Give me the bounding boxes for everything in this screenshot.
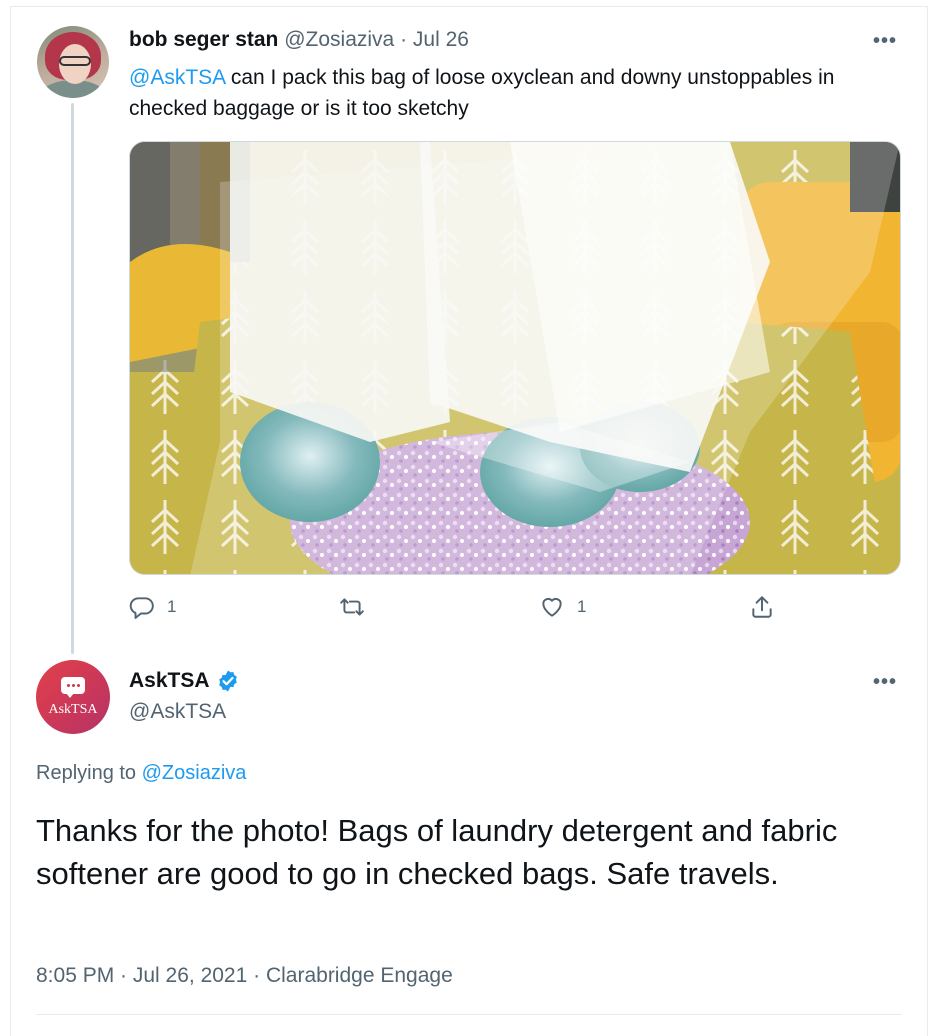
- reply-author-name[interactable]: AskTSA: [129, 669, 210, 693]
- author-handle[interactable]: @Zosiaziva: [284, 28, 394, 51]
- retweet-icon: [340, 598, 364, 616]
- tweet-actions: 1 1: [129, 594, 789, 626]
- tweet-body: can I pack this bag of loose oxyclean an…: [129, 66, 835, 120]
- mention-link[interactable]: @AskTSA: [129, 66, 225, 89]
- author-name[interactable]: bob seger stan: [129, 28, 278, 51]
- reply-author-row: AskTSA: [129, 669, 240, 693]
- share-icon: [752, 596, 772, 618]
- heart-icon: [542, 597, 562, 617]
- reply-text: Thanks for the photo! Bags of laundry de…: [36, 813, 838, 891]
- tweet-date[interactable]: Jul 26: [413, 28, 469, 51]
- separator-dot: ·: [400, 28, 408, 51]
- asktsa-avatar[interactable]: AskTSA: [36, 660, 110, 734]
- avatar-logo-text: AskTSA: [48, 702, 98, 717]
- like-count: 1: [577, 597, 587, 616]
- divider: [36, 1014, 902, 1015]
- like-button[interactable]: 1: [539, 594, 586, 620]
- thread-connector-line: [71, 103, 74, 654]
- reply-icon: [129, 597, 154, 619]
- replying-handle-link[interactable]: @Zosiaziva: [142, 762, 247, 784]
- tweet-text: @AskTSA can I pack this bag of loose oxy…: [129, 62, 909, 124]
- reply-button[interactable]: 1: [129, 594, 176, 620]
- share-button[interactable]: [749, 594, 775, 620]
- replying-label: Replying to: [36, 762, 142, 784]
- more-options-icon[interactable]: •••: [873, 30, 897, 53]
- reply-author-handle[interactable]: @AskTSA: [129, 700, 226, 724]
- more-options-icon[interactable]: •••: [873, 671, 897, 694]
- verified-badge-icon: [218, 670, 237, 692]
- replying-to: Replying to @Zosiaziva: [36, 762, 246, 785]
- user-avatar[interactable]: [37, 26, 109, 98]
- reply-timestamp[interactable]: 8:05 PM · Jul 26, 2021 · Clarabridge Eng…: [36, 964, 453, 988]
- reply-count: 1: [167, 597, 177, 616]
- retweet-button[interactable]: [339, 594, 365, 620]
- tweet-photo[interactable]: [129, 141, 901, 575]
- tweet-header: bob seger stan @Zosiaziva · Jul 26: [129, 28, 469, 52]
- laundry-bag-photo: [130, 142, 900, 574]
